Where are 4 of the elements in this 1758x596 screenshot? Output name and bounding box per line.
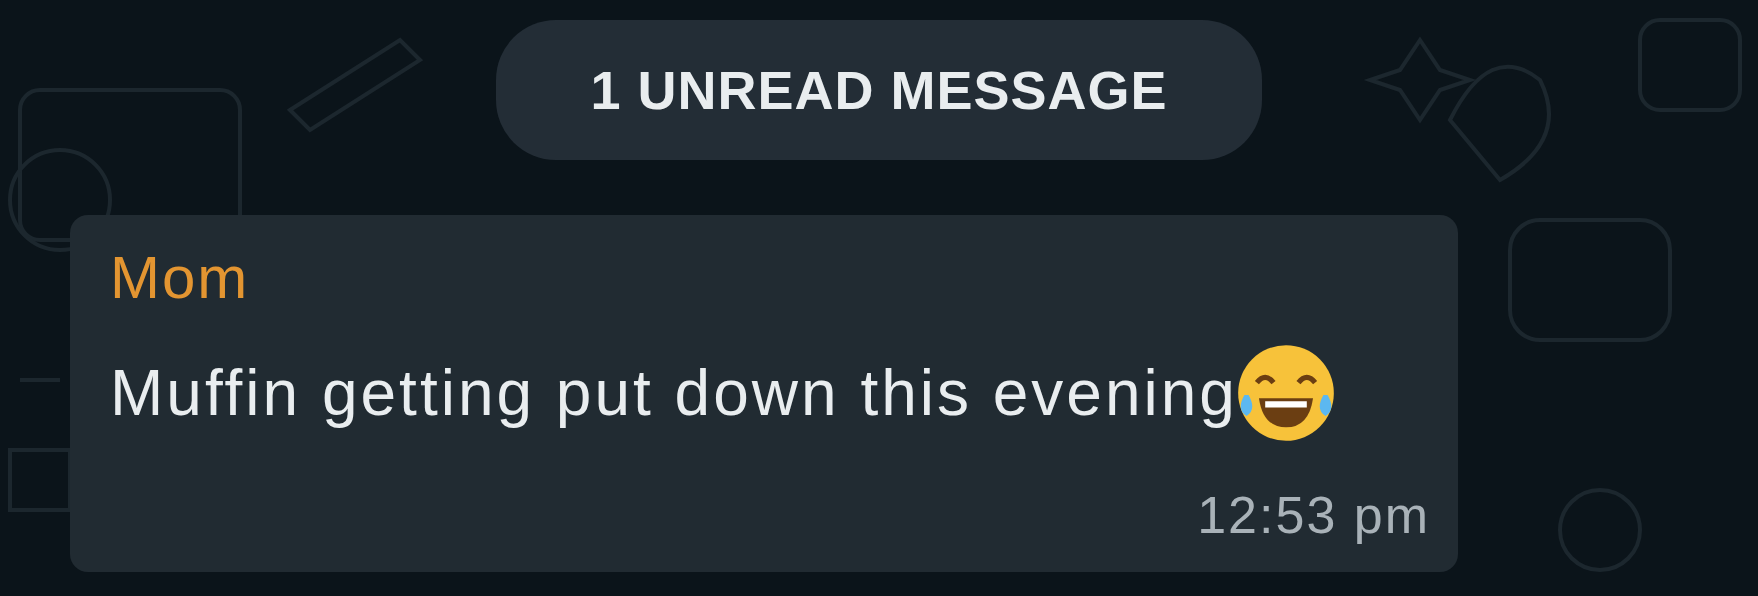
message-text: Muffin getting put down this evening — [110, 356, 1238, 431]
message-time: 12:53 pm — [1197, 485, 1430, 546]
sender-name: Mom — [110, 243, 250, 313]
unread-messages-banner: 1 UNREAD MESSAGE — [496, 20, 1262, 160]
